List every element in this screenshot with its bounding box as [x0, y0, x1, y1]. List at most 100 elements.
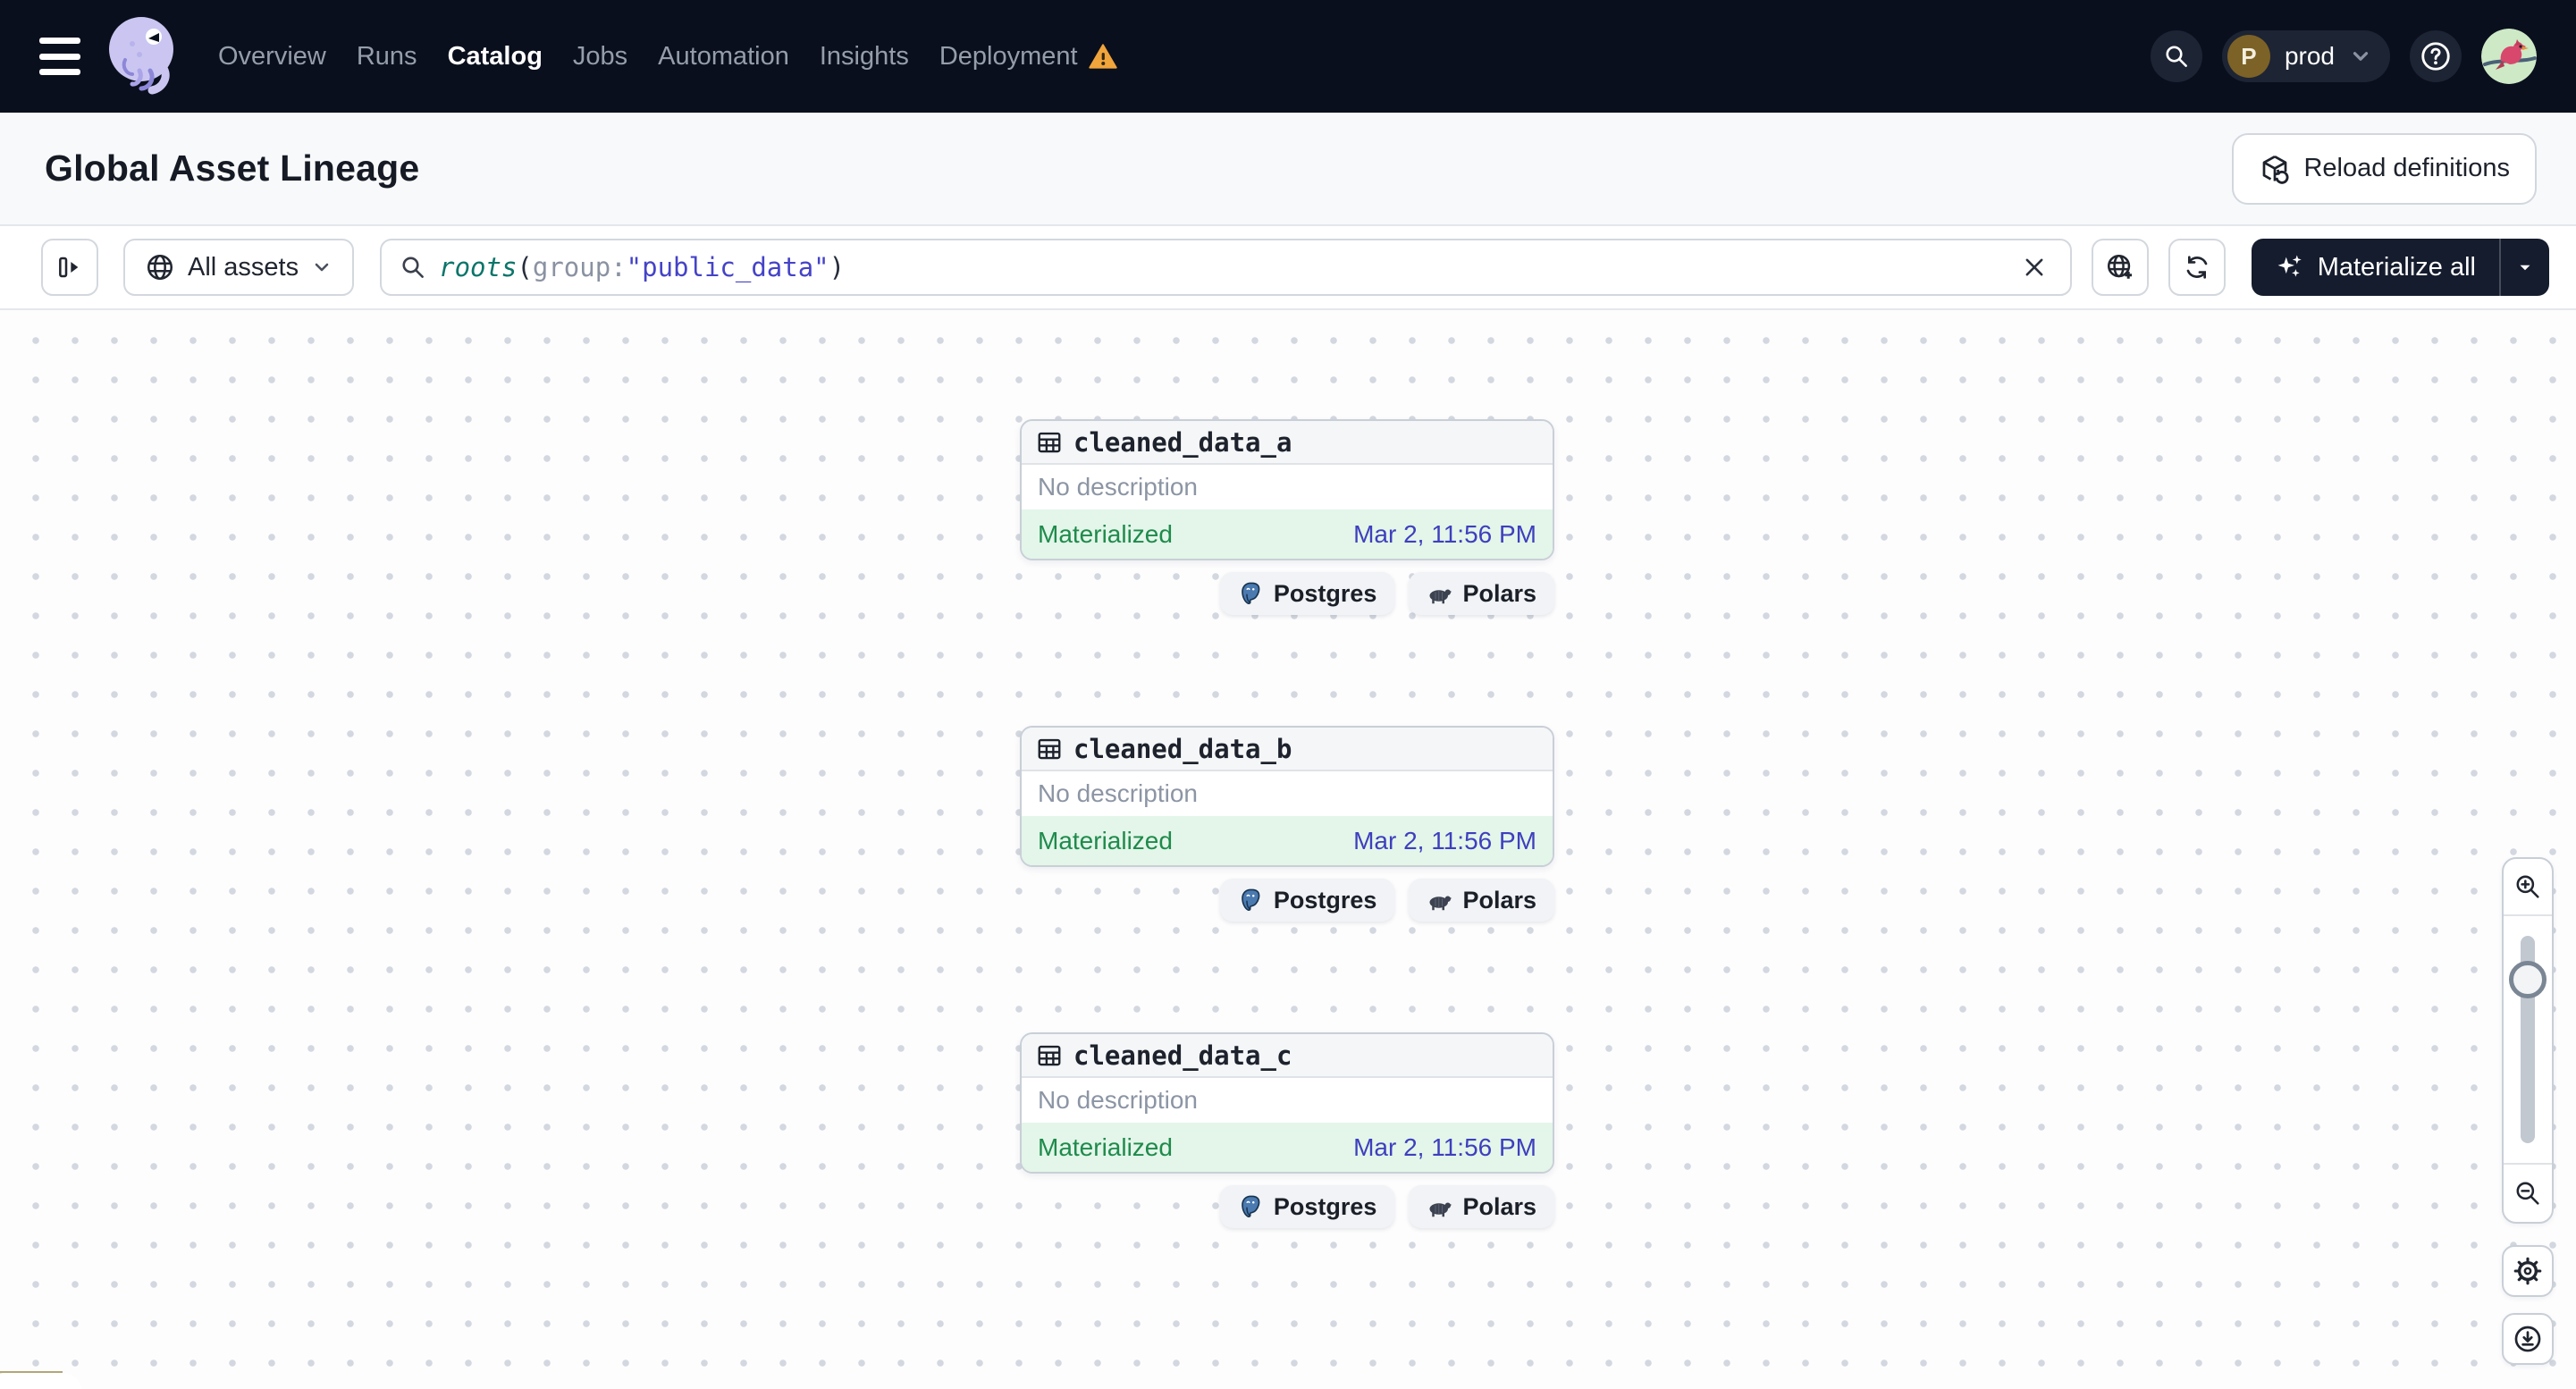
- graph-settings-button[interactable]: [2502, 1245, 2554, 1297]
- minimap[interactable]: [0, 1371, 82, 1389]
- dagster-app: Overview Runs Catalog Jobs Automation In…: [0, 0, 2576, 1389]
- kind-tag[interactable]: Polars: [1409, 879, 1554, 922]
- kind-tag[interactable]: Postgres: [1219, 1185, 1395, 1228]
- query-token: ): [829, 252, 846, 282]
- search-icon: [2163, 43, 2190, 70]
- help-button[interactable]: [2410, 30, 2462, 82]
- kind-tag-label: Postgres: [1273, 579, 1377, 607]
- user-avatar[interactable]: [2481, 29, 2537, 84]
- nav-item-overview[interactable]: Overview: [218, 42, 326, 72]
- asset-node-card[interactable]: cleaned_data_a No description Materializ…: [1020, 419, 1554, 560]
- top-nav-bar: Overview Runs Catalog Jobs Automation In…: [0, 0, 2576, 113]
- query-token: (: [517, 252, 533, 282]
- asset-selection-query[interactable]: roots(group:"public_data"): [439, 252, 2004, 282]
- top-nav-right: P prod: [2150, 29, 2537, 84]
- asset-node: cleaned_data_a No description Materializ…: [1020, 419, 1554, 615]
- package-reload-icon: [2259, 153, 2291, 185]
- sparkles-icon: [2275, 252, 2305, 282]
- zoom-in-icon: [2513, 872, 2542, 901]
- kind-tag[interactable]: Polars: [1409, 572, 1554, 615]
- kind-tag-label: Postgres: [1273, 1192, 1377, 1220]
- nav-item-runs[interactable]: Runs: [357, 42, 417, 72]
- zoom-widget: [2502, 857, 2554, 1224]
- table-icon: [1036, 736, 1063, 762]
- kind-tag[interactable]: Postgres: [1219, 572, 1395, 615]
- dagster-logo-icon[interactable]: [104, 13, 182, 99]
- open-sidebar-button[interactable]: [41, 239, 98, 296]
- asset-name: cleaned_data_a: [1073, 426, 1292, 458]
- kind-tag[interactable]: Postgres: [1219, 879, 1395, 922]
- kind-tag-label: Polars: [1462, 579, 1536, 607]
- asset-node-header: cleaned_data_c: [1022, 1034, 1553, 1078]
- asset-status-bar: Materialized Mar 2, 11:56 PM: [1022, 816, 1553, 865]
- hamburger-icon[interactable]: [39, 38, 80, 75]
- asset-tags-row: Postgres Polars: [1020, 572, 1554, 615]
- status-badge: Materialized: [1038, 1132, 1173, 1161]
- asset-node-card[interactable]: cleaned_data_b No description Materializ…: [1020, 726, 1554, 867]
- nav-item-jobs[interactable]: Jobs: [573, 42, 627, 72]
- asset-node: cleaned_data_b No description Materializ…: [1020, 726, 1554, 922]
- panel-toggle-icon: [55, 253, 84, 282]
- query-token: group: [532, 252, 611, 282]
- deployment-name: prod: [2284, 42, 2335, 70]
- kind-tag-label: Polars: [1462, 886, 1536, 913]
- chevron-down-icon: [311, 257, 333, 278]
- clear-query-button[interactable]: [2016, 249, 2052, 285]
- zoom-controls: [2502, 857, 2554, 1365]
- nav-item-deployment[interactable]: Deployment: [939, 42, 1117, 72]
- refresh-icon: [2183, 253, 2211, 282]
- table-icon: [1036, 429, 1063, 456]
- materialization-timestamp[interactable]: Mar 2, 11:56 PM: [1353, 827, 1536, 855]
- refresh-button[interactable]: [2168, 239, 2226, 296]
- kind-tag-label: Polars: [1462, 1192, 1536, 1220]
- polars-icon: [1427, 581, 1453, 606]
- nav-item-insights[interactable]: Insights: [820, 42, 909, 72]
- zoom-slider-handle[interactable]: [2509, 961, 2547, 998]
- deployment-avatar: P: [2227, 35, 2270, 78]
- asset-node-card[interactable]: cleaned_data_c No description Materializ…: [1020, 1032, 1554, 1174]
- polars-icon: [1427, 1194, 1453, 1219]
- status-badge: Materialized: [1038, 826, 1173, 854]
- page-header: Global Asset Lineage Reload definitions: [0, 113, 2576, 226]
- globe-add-icon: [2105, 252, 2135, 282]
- asset-description: No description: [1038, 473, 1198, 501]
- minimap-viewport: [0, 1373, 82, 1389]
- asset-name: cleaned_data_b: [1073, 733, 1292, 764]
- asset-selection-input[interactable]: roots(group:"public_data"): [380, 239, 2072, 296]
- materialize-options-button[interactable]: [2499, 239, 2549, 296]
- reload-definitions-button[interactable]: Reload definitions: [2232, 132, 2537, 205]
- asset-scope-dropdown[interactable]: All assets: [123, 239, 355, 296]
- global-search-button[interactable]: [2150, 30, 2202, 82]
- lineage-graph-canvas[interactable]: cleaned_data_a No description Materializ…: [0, 310, 2576, 1389]
- zoom-in-button[interactable]: [2504, 859, 2552, 914]
- gear-icon: [2513, 1256, 2543, 1286]
- kind-tag[interactable]: Polars: [1409, 1185, 1554, 1228]
- zoom-out-button[interactable]: [2504, 1165, 2552, 1222]
- help-icon: [2419, 39, 2453, 73]
- lineage-toolbar: All assets roots(group:"public_data") Ma…: [0, 226, 2576, 310]
- asset-scope-label: All assets: [188, 252, 299, 282]
- asset-description: No description: [1038, 779, 1198, 807]
- nav-item-catalog[interactable]: Catalog: [448, 42, 543, 72]
- asset-status-bar: Materialized Mar 2, 11:56 PM: [1022, 1123, 1553, 1172]
- asset-node-header: cleaned_data_a: [1022, 421, 1553, 465]
- page-title: Global Asset Lineage: [45, 147, 420, 189]
- table-icon: [1036, 1042, 1063, 1069]
- view-full-graph-button[interactable]: [2091, 239, 2149, 296]
- download-graph-button[interactable]: [2502, 1313, 2554, 1365]
- zoom-slider[interactable]: [2504, 914, 2552, 1165]
- query-token: roots: [439, 252, 518, 282]
- primary-nav: Overview Runs Catalog Jobs Automation In…: [218, 42, 1117, 72]
- materialization-timestamp[interactable]: Mar 2, 11:56 PM: [1353, 1133, 1536, 1162]
- deployment-switcher[interactable]: P prod: [2221, 30, 2390, 82]
- asset-description: No description: [1038, 1086, 1198, 1114]
- nav-item-automation[interactable]: Automation: [658, 42, 789, 72]
- asset-node-header: cleaned_data_b: [1022, 728, 1553, 771]
- status-badge: Materialized: [1038, 519, 1173, 548]
- query-token: "public_data": [626, 252, 829, 282]
- zoom-out-icon: [2513, 1179, 2542, 1208]
- materialize-all-button[interactable]: Materialize all: [2252, 239, 2499, 296]
- postgres-icon: [1238, 580, 1265, 607]
- globe-icon: [145, 252, 175, 282]
- materialization-timestamp[interactable]: Mar 2, 11:56 PM: [1353, 520, 1536, 549]
